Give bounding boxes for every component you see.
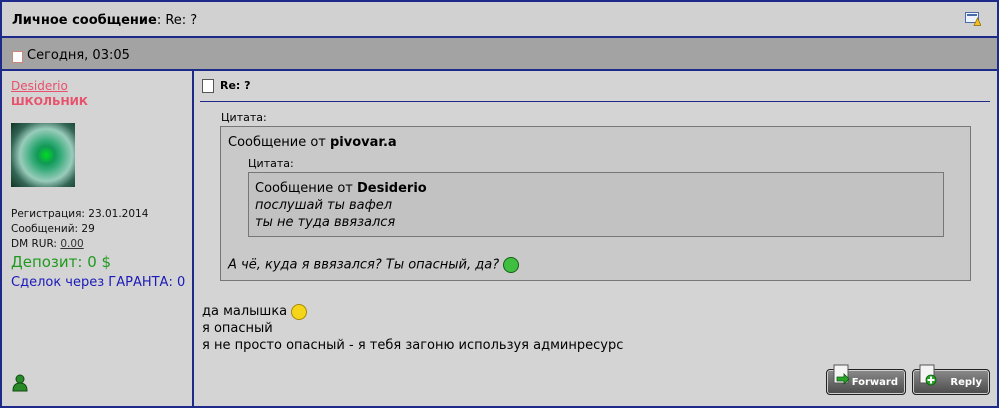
garant-deals: Сделок через ГАРАНТА: 0 bbox=[11, 275, 186, 290]
registration-date: Регистрация: 23.01.2014 bbox=[11, 208, 149, 220]
message-body: да малышка я опасный я не просто опасный… bbox=[202, 303, 623, 354]
post-icon bbox=[202, 79, 214, 93]
reply-button[interactable]: Reply bbox=[912, 364, 990, 395]
deposit: Депозит: 0 $ bbox=[11, 253, 112, 271]
user-online-icon bbox=[12, 374, 28, 392]
message-count: Сообщений: 29 bbox=[11, 223, 95, 235]
forward-button[interactable]: Forward bbox=[826, 364, 906, 395]
quote-reply: А чё, куда я ввязался? Ты опасный, да? bbox=[228, 257, 520, 273]
forward-icon bbox=[833, 364, 850, 385]
reply-icon bbox=[919, 364, 937, 386]
quote-author: Сообщение от pivovar.a bbox=[228, 135, 397, 150]
post-date: Сегодня, 03:05 bbox=[27, 48, 130, 63]
user-stats: Регистрация: 23.01.2014 Сообщений: 29 DM… bbox=[11, 207, 148, 252]
grin-icon bbox=[503, 257, 520, 273]
message-panel: Re: ? Цитата: Сообщение от pivovar.a Цит… bbox=[194, 71, 997, 406]
user-panel: Desiderio ШКОЛЬНИК Регистрация: 23.01.20… bbox=[2, 71, 194, 406]
dm-value-link[interactable]: 0.00 bbox=[60, 238, 83, 250]
title-bar: Личное сообщение: Re: ? bbox=[2, 2, 997, 38]
body-line: я не просто опасный - я тебя загоню испо… bbox=[202, 338, 624, 353]
divider bbox=[200, 101, 990, 102]
username-link[interactable]: Desiderio bbox=[11, 79, 68, 93]
body-line: да малышка bbox=[202, 303, 623, 320]
doc-icon bbox=[12, 51, 23, 63]
date-bar: Сегодня, 03:05 bbox=[2, 38, 997, 71]
message-frame: Личное сообщение: Re: ? Сегодня, 03:05 D… bbox=[0, 0, 999, 408]
inner-quote: Сообщение от Desiderio послушай ты вафел… bbox=[248, 172, 944, 237]
page-title: Личное сообщение: Re: ? bbox=[12, 13, 198, 28]
forward-label: Forward bbox=[851, 377, 898, 388]
message-subject: Re: ? bbox=[202, 79, 251, 93]
smile-icon bbox=[291, 303, 308, 320]
dm-balance: DM RUR: 0.00 bbox=[11, 238, 84, 250]
body-line: я опасный bbox=[202, 321, 273, 336]
inner-quote-label: Цитата: bbox=[248, 157, 294, 170]
inner-quote-line: ты не туда ввязался bbox=[255, 215, 396, 230]
user-rank: ШКОЛЬНИК bbox=[11, 95, 88, 108]
avatar[interactable] bbox=[11, 123, 75, 187]
inner-quote-line: послушай ты вафел bbox=[255, 198, 393, 213]
outer-quote: Сообщение от pivovar.a Цитата: Сообщение… bbox=[220, 126, 971, 281]
inner-quote-author: Сообщение от Desiderio bbox=[255, 181, 427, 196]
report-icon[interactable] bbox=[965, 12, 981, 26]
quote-label: Цитата: bbox=[221, 111, 267, 124]
reply-label: Reply bbox=[950, 377, 982, 388]
